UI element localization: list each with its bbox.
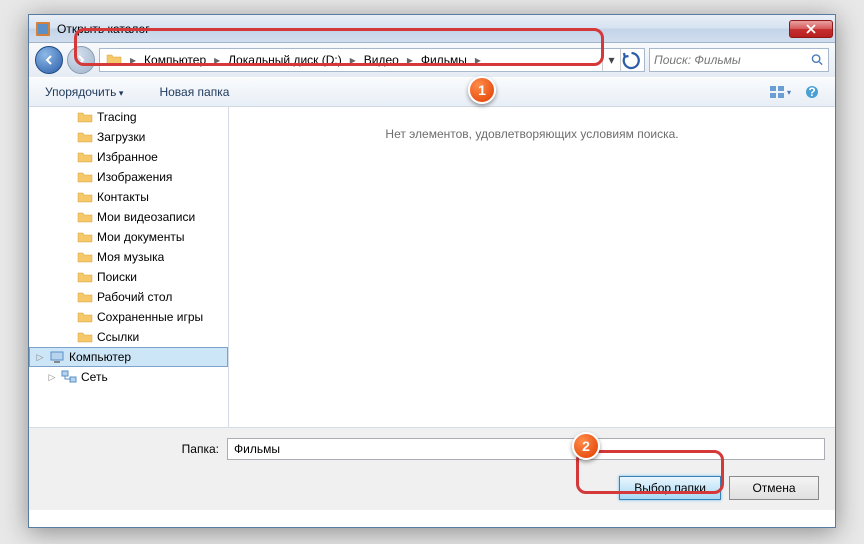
- empty-message: Нет элементов, удовлетворяющих условиям …: [385, 127, 678, 427]
- select-folder-button[interactable]: Выбор папки: [619, 476, 721, 500]
- tree-item[interactable]: Изображения: [29, 167, 228, 187]
- new-folder-button[interactable]: Новая папка: [151, 81, 237, 103]
- folder-name-input[interactable]: [227, 438, 825, 460]
- folder-picker-dialog: Открыть каталог ▸ Компьютер ▸ Локальный …: [28, 14, 836, 528]
- chevron-right-icon: ▸: [126, 53, 140, 67]
- annotation-badge-1: 1: [468, 76, 496, 104]
- breadcrumb[interactable]: ▸ Компьютер ▸ Локальный диск (D:) ▸ Виде…: [99, 48, 645, 72]
- tree-item[interactable]: Мои видеозаписи: [29, 207, 228, 227]
- tree-item-label: Поиски: [97, 270, 137, 284]
- chevron-right-icon: ▸: [403, 53, 417, 67]
- forward-button[interactable]: [67, 46, 95, 74]
- tree-item[interactable]: Ссылки: [29, 327, 228, 347]
- breadcrumb-dropdown[interactable]: ▾: [602, 49, 620, 71]
- expand-icon[interactable]: ▷: [47, 372, 57, 382]
- folder-name-label: Папка:: [39, 442, 219, 456]
- cancel-button[interactable]: Отмена: [729, 476, 819, 500]
- folder-tree[interactable]: Tracing Загрузки Избранное Изображения Конта…: [29, 107, 229, 427]
- content-area: Tracing Загрузки Избранное Изображения Конта…: [29, 107, 835, 427]
- crumb-computer[interactable]: Компьютер: [140, 51, 210, 69]
- tree-item[interactable]: Избранное: [29, 147, 228, 167]
- expand-icon[interactable]: ▷: [35, 352, 45, 362]
- chevron-right-icon: ▸: [346, 53, 360, 67]
- tree-item[interactable]: Поиски: [29, 267, 228, 287]
- refresh-button[interactable]: [620, 49, 642, 71]
- close-button[interactable]: [789, 20, 833, 38]
- annotation-badge-2: 2: [572, 432, 600, 460]
- tree-item-label: Сохраненные игры: [97, 310, 203, 324]
- toolbar: Упорядочить Новая папка ▾ ?: [29, 77, 835, 107]
- tree-item[interactable]: Tracing: [29, 107, 228, 127]
- tree-item[interactable]: Моя музыка: [29, 247, 228, 267]
- tree-item[interactable]: ▷ Сеть: [29, 367, 228, 387]
- search-box[interactable]: [649, 48, 829, 72]
- tree-item[interactable]: Мои документы: [29, 227, 228, 247]
- tree-item-label: Рабочий стол: [97, 290, 172, 304]
- tree-item[interactable]: Загрузки: [29, 127, 228, 147]
- crumb-drive[interactable]: Локальный диск (D:): [224, 51, 346, 69]
- view-mode-button[interactable]: ▾: [765, 81, 795, 103]
- tree-item[interactable]: Контакты: [29, 187, 228, 207]
- tree-item-label: Компьютер: [69, 350, 131, 364]
- tree-item-label: Контакты: [97, 190, 149, 204]
- tree-item-label: Изображения: [97, 170, 172, 184]
- organize-button[interactable]: Упорядочить: [37, 81, 131, 103]
- file-list[interactable]: Нет элементов, удовлетворяющих условиям …: [229, 107, 835, 427]
- svg-text:?: ?: [808, 85, 815, 99]
- search-input[interactable]: [654, 53, 811, 67]
- navbar: ▸ Компьютер ▸ Локальный диск (D:) ▸ Виде…: [29, 43, 835, 77]
- search-icon: [811, 53, 824, 67]
- titlebar: Открыть каталог: [29, 15, 835, 43]
- tree-item[interactable]: Сохраненные игры: [29, 307, 228, 327]
- tree-item-label: Сеть: [81, 370, 108, 384]
- chevron-right-icon: ▸: [210, 53, 224, 67]
- window-title: Открыть каталог: [57, 22, 789, 36]
- app-icon: [35, 21, 51, 37]
- tree-item[interactable]: ▷ Компьютер: [29, 347, 228, 367]
- help-button[interactable]: ?: [797, 81, 827, 103]
- tree-item-label: Ссылки: [97, 330, 139, 344]
- tree-item-label: Избранное: [97, 150, 158, 164]
- crumb-films[interactable]: Фильмы: [417, 51, 471, 69]
- tree-item-label: Моя музыка: [97, 250, 164, 264]
- tree-item-label: Tracing: [97, 110, 137, 124]
- crumb-video[interactable]: Видео: [360, 51, 403, 69]
- tree-item[interactable]: Рабочий стол: [29, 287, 228, 307]
- footer: Папка: Выбор папки Отмена: [29, 427, 835, 510]
- chevron-right-icon: ▸: [471, 53, 485, 67]
- tree-item-label: Загрузки: [97, 130, 145, 144]
- tree-item-label: Мои документы: [97, 230, 184, 244]
- back-button[interactable]: [35, 46, 63, 74]
- folder-icon: [106, 52, 122, 68]
- tree-item-label: Мои видеозаписи: [97, 210, 195, 224]
